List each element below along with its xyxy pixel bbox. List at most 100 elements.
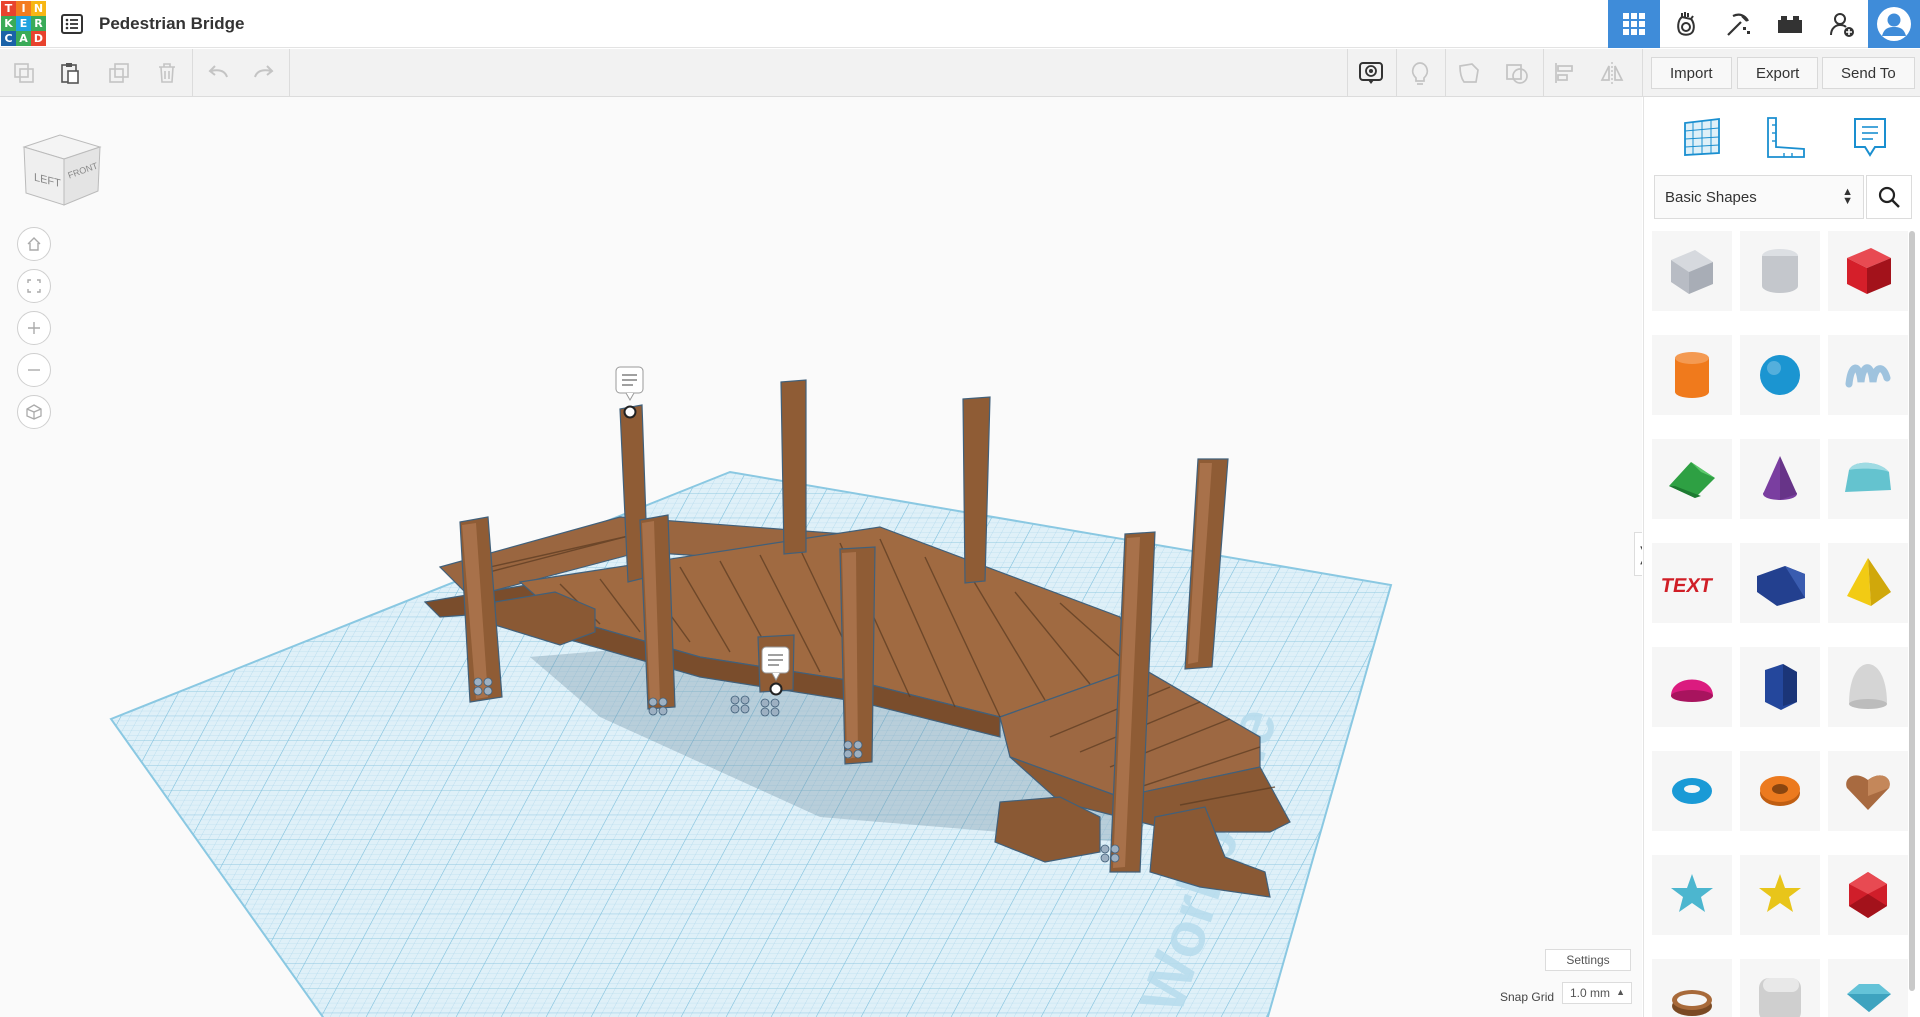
panel-collapse-button[interactable]: ❭ [1634,532,1642,576]
edit-toolbar: Import Export Send To [0,49,1920,97]
shape-cylinder-hole[interactable] [1740,231,1820,311]
shape-rounded-box[interactable] [1740,959,1820,1017]
icosahedron-icon [1849,872,1887,918]
shape-half-sphere[interactable] [1652,647,1732,727]
star-yellow-icon [1759,874,1801,912]
workplane-grid-icon[interactable] [1672,107,1732,167]
group-icon[interactable] [1502,59,1532,87]
fit-all-icon[interactable] [17,269,51,303]
mirror-icon[interactable] [1597,59,1627,87]
add-user-icon[interactable] [1816,0,1868,48]
box-icon [1847,248,1891,294]
logo-letter: D [31,30,46,46]
zoom-out-icon[interactable] [17,353,51,387]
shape-box-hole[interactable] [1652,231,1732,311]
sphere-icon [1760,355,1800,395]
top-bar: TINKERCAD Pedestrian Bridge [0,0,1920,48]
snap-grid-select[interactable]: 1.0 mm ▲ [1562,982,1632,1004]
shape-torus[interactable] [1652,751,1732,831]
align-icon[interactable] [1550,59,1580,87]
shape-cone[interactable] [1740,439,1820,519]
shape-star[interactable] [1652,855,1732,935]
shape-roof[interactable] [1652,439,1732,519]
paraboloid-icon [1849,664,1887,709]
paste-icon[interactable] [55,59,85,87]
box-hole-icon [1671,250,1713,294]
round-roof-icon [1845,462,1891,492]
cylinder-hole-icon [1762,249,1798,293]
logo-letter: C [1,30,16,46]
shape-text[interactable]: TEXT [1652,543,1732,623]
shape-star-yellow[interactable] [1740,855,1820,935]
polygon-icon [1765,664,1797,710]
send-to-button[interactable]: Send To [1822,57,1915,89]
logo-letter: N [31,0,46,16]
diamond-icon [1847,984,1891,1012]
logo-letter: A [16,30,31,46]
text-icon: TEXT [1661,575,1715,597]
snap-grid-label: Snap Grid [1500,990,1555,1004]
search-icon[interactable] [1866,175,1912,219]
workplane-icon[interactable] [1454,59,1484,87]
ruler-icon[interactable] [1754,107,1814,167]
shape-diamond[interactable] [1828,959,1908,1017]
heart-icon [1846,775,1890,810]
svg-text:TEXT: TEXT [1661,575,1715,597]
view-cube[interactable]: LEFT FRONT [20,127,104,211]
3d-design-icon[interactable] [1608,0,1660,48]
document-title[interactable]: Pedestrian Bridge [99,14,245,34]
shape-wedge[interactable] [1740,543,1820,623]
perspective-icon[interactable] [17,395,51,429]
minecraft-icon[interactable] [1712,0,1764,48]
star-icon [1671,874,1713,912]
shapes-panel: Basic Shapes ▲ ▼ TEXT [1643,97,1920,1017]
shape-category-select[interactable]: Basic Shapes ▲ ▼ [1654,175,1864,219]
rounded-box-icon [1759,978,1801,1017]
home-view-icon[interactable] [17,227,51,261]
notes-tab-icon[interactable] [1840,107,1900,167]
lego-bricks-icon[interactable] [1764,0,1816,48]
copy-icon[interactable] [9,59,39,87]
shape-paraboloid[interactable] [1828,647,1908,727]
panel-scrollbar[interactable] [1909,231,1915,991]
redo-icon[interactable] [249,59,279,87]
snap-grid-value: 1.0 mm [1570,986,1611,1000]
cylinder-icon [1675,352,1709,398]
torus-icon [1672,778,1712,804]
zoom-in-icon[interactable] [17,311,51,345]
notes-icon[interactable] [1356,59,1386,87]
wedge-icon [1757,566,1805,606]
delete-icon[interactable] [152,59,182,87]
logo-letter: I [16,0,31,16]
3d-viewport[interactable]: Workplane [0,97,1642,1017]
import-button[interactable]: Import [1651,57,1732,89]
shape-scribble[interactable] [1828,335,1908,415]
shape-category-value: Basic Shapes [1665,188,1757,206]
shape-round-roof[interactable] [1828,439,1908,519]
undo-icon[interactable] [203,59,233,87]
shape-heart[interactable] [1828,751,1908,831]
shape-ring[interactable] [1652,959,1732,1017]
user-avatar-icon[interactable] [1868,0,1920,48]
duplicate-icon[interactable] [104,59,134,87]
shape-cylinder[interactable] [1652,335,1732,415]
shape-polygon[interactable] [1740,647,1820,727]
tinkercad-logo[interactable]: TINKERCAD [1,0,47,47]
shape-box[interactable] [1828,231,1908,311]
scribble-icon [1845,364,1891,388]
shape-tube[interactable] [1740,751,1820,831]
roof-icon [1669,462,1715,498]
design-list-icon[interactable] [59,11,85,37]
shape-pyramid[interactable] [1828,543,1908,623]
logo-letter: T [1,0,16,16]
shape-sphere[interactable] [1740,335,1820,415]
lightbulb-icon[interactable] [1405,59,1435,87]
export-button[interactable]: Export [1737,57,1819,89]
half-sphere-icon [1671,679,1713,702]
pyramid-icon [1847,558,1891,606]
logo-letter: E [16,15,31,31]
circuits-icon[interactable] [1660,0,1712,48]
settings-button[interactable]: Settings [1545,949,1631,971]
workplane-scene[interactable]: Workplane [0,97,1642,1017]
shape-icosahedron[interactable] [1828,855,1908,935]
